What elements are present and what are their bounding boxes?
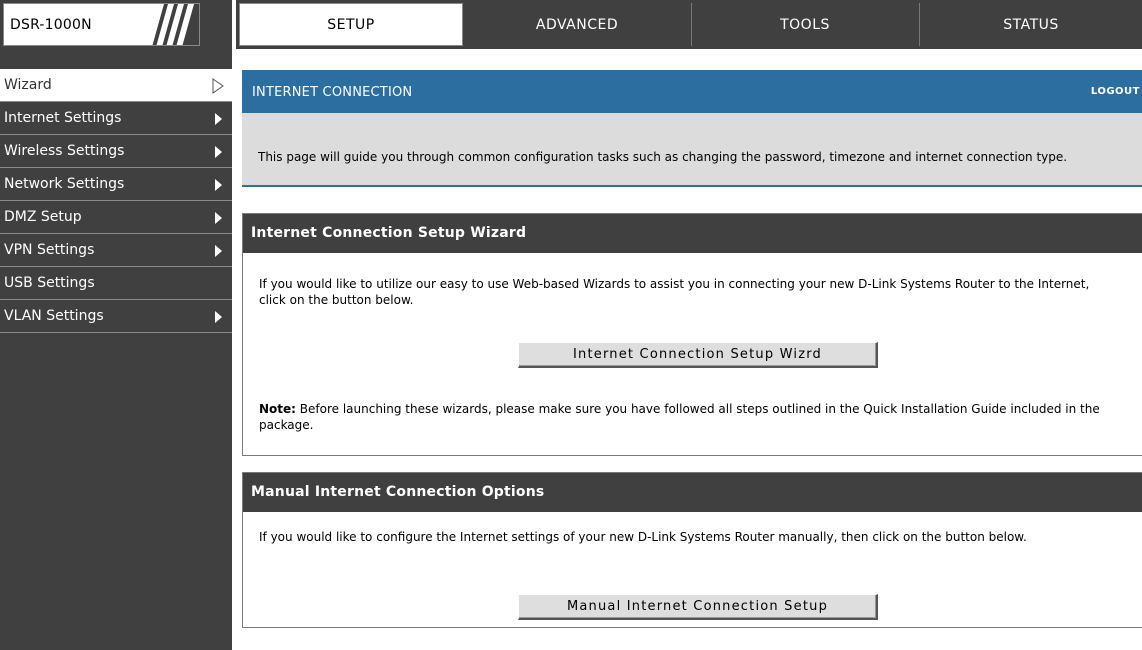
sidebar-item-label: Internet Settings xyxy=(4,110,122,126)
chevron-right-icon xyxy=(215,212,222,224)
logout-link[interactable]: LOGOUT xyxy=(1091,86,1140,97)
wizard-note: Note: Before launching these wizards, pl… xyxy=(259,401,1119,433)
sidebar-item-label: DMZ Setup xyxy=(4,209,82,225)
chevron-right-icon xyxy=(215,179,222,191)
manual-setup-button[interactable]: Manual Internet Connection Setup xyxy=(518,594,878,620)
sidebar-item-label: USB Settings xyxy=(4,275,95,291)
manual-description: If you would like to configure the Inter… xyxy=(259,530,1027,544)
section-header: Manual Internet Connection Options xyxy=(243,473,1142,512)
sidebar-item-wireless-settings[interactable]: Wireless Settings xyxy=(0,135,232,168)
section-title: Manual Internet Connection Options xyxy=(251,484,545,500)
chevron-right-outline-icon xyxy=(212,78,224,94)
note-label: Note: xyxy=(259,402,296,416)
sidebar-item-internet-settings[interactable]: Internet Settings xyxy=(0,102,232,135)
slashes-logo-icon xyxy=(142,4,199,45)
tab-advanced[interactable]: ADVANCED xyxy=(464,3,690,46)
note-text: Before launching these wizards, please m… xyxy=(259,402,1100,432)
chevron-right-icon xyxy=(215,146,222,158)
sidebar-item-label: Network Settings xyxy=(4,176,125,192)
sidebar: Wizard Internet Settings Wireless Settin… xyxy=(0,49,232,650)
page-header: INTERNET CONNECTION LOGOUT xyxy=(242,70,1142,113)
sidebar-item-label: VLAN Settings xyxy=(4,308,104,324)
tab-tools[interactable]: TOOLS xyxy=(692,3,918,46)
wizard-description: If you would like to utilize our easy to… xyxy=(259,277,1090,307)
manual-section: Manual Internet Connection Options If yo… xyxy=(242,472,1142,628)
logo: DSR-1000N xyxy=(3,3,200,46)
sidebar-item-usb-settings[interactable]: USB Settings xyxy=(0,267,232,300)
sidebar-item-label: VPN Settings xyxy=(4,242,95,258)
wizard-section: Internet Connection Setup Wizard If you … xyxy=(242,213,1142,456)
sidebar-item-dmz-setup[interactable]: DMZ Setup xyxy=(0,201,232,234)
chevron-right-icon xyxy=(215,311,222,323)
intro-panel: INTERNET CONNECTION LOGOUT This page wil… xyxy=(242,70,1142,187)
sidebar-item-network-settings[interactable]: Network Settings xyxy=(0,168,232,201)
sidebar-item-vlan-settings[interactable]: VLAN Settings xyxy=(0,300,232,333)
sidebar-item-wizard[interactable]: Wizard xyxy=(0,69,232,102)
page-title: INTERNET CONNECTION xyxy=(252,85,413,100)
sidebar-item-label: Wireless Settings xyxy=(4,143,125,159)
logo-area: DSR-1000N xyxy=(0,0,232,49)
intro-text: This page will guide you through common … xyxy=(258,150,1068,164)
chevron-right-icon xyxy=(215,245,222,257)
model-name: DSR-1000N xyxy=(10,17,92,33)
section-header: Internet Connection Setup Wizard xyxy=(243,214,1142,253)
chevron-right-icon xyxy=(215,113,222,125)
tab-status[interactable]: STATUS xyxy=(920,3,1142,46)
tab-setup[interactable]: SETUP xyxy=(239,3,463,46)
section-title: Internet Connection Setup Wizard xyxy=(251,225,527,241)
top-nav: SETUP ADVANCED TOOLS STATUS xyxy=(236,0,1142,49)
sidebar-item-vpn-settings[interactable]: VPN Settings xyxy=(0,234,232,267)
setup-wizard-button[interactable]: Internet Connection Setup Wizrd xyxy=(518,342,878,368)
sidebar-item-label: Wizard xyxy=(4,77,52,93)
